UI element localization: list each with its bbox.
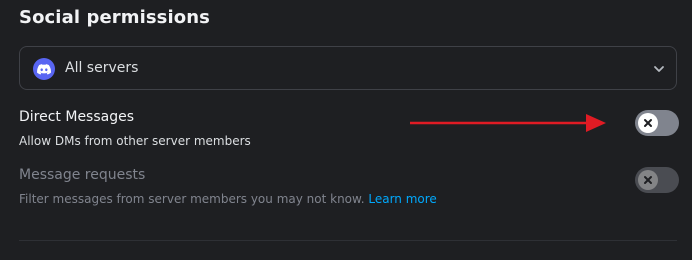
learn-more-link[interactable]: Learn more [368, 192, 436, 206]
red-arrow-annotation [410, 114, 606, 132]
section-title: Social permissions [19, 7, 210, 28]
message-requests-description-text: Filter messages from server members you … [19, 192, 365, 206]
server-select-dropdown[interactable]: All servers [19, 46, 677, 90]
direct-messages-description: Allow DMs from other server members [19, 134, 251, 148]
message-requests-toggle[interactable] [635, 167, 679, 193]
close-icon [644, 119, 652, 127]
toggle-knob [638, 113, 658, 133]
close-icon [644, 176, 652, 184]
chevron-down-icon [654, 66, 664, 72]
section-divider [19, 240, 677, 241]
message-requests-title: Message requests [19, 167, 146, 183]
toggle-knob [638, 170, 658, 190]
direct-messages-toggle[interactable] [635, 110, 679, 136]
discord-logo-icon [33, 58, 55, 80]
message-requests-description: Filter messages from server members you … [19, 192, 437, 206]
social-permissions-panel: Social permissions All servers Direct Me… [0, 0, 692, 260]
server-select-value: All servers [65, 60, 139, 76]
direct-messages-title: Direct Messages [19, 109, 135, 125]
